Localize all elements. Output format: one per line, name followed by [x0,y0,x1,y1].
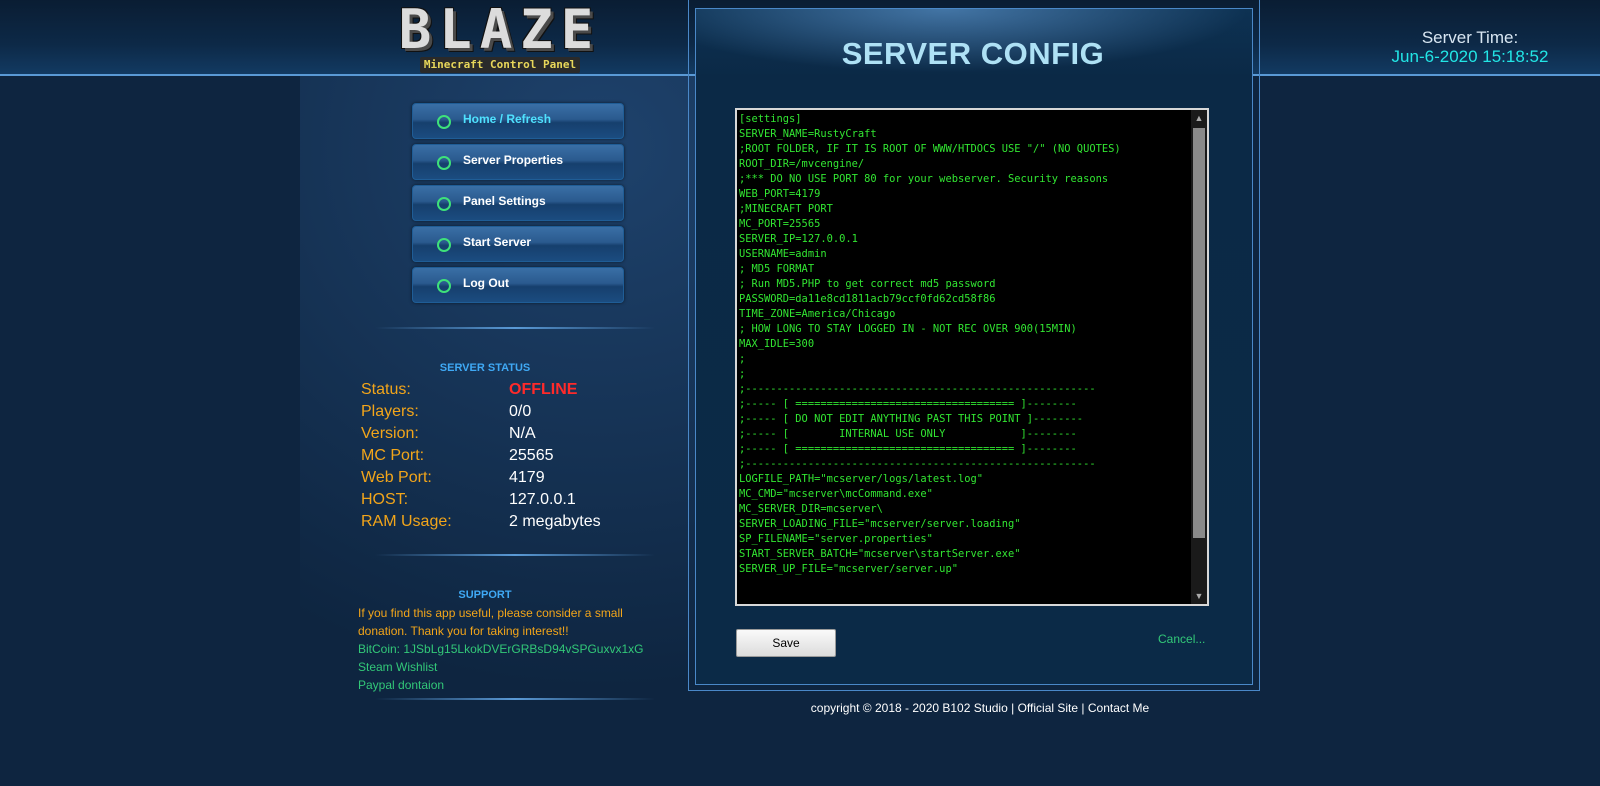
status-row-players: Players: 0/0 [361,403,661,425]
page-title: SERVER CONFIG [841,36,1105,71]
circle-icon [437,197,451,211]
nav-item-label: Start Server [463,235,532,249]
server-time-label: Server Time: [1421,28,1519,47]
status-key: HOST: [361,491,409,508]
status-value: OFFLINE [509,381,578,398]
copyright-text: copyright © 2018 - 2020 B102 Studio [810,701,1008,715]
config-textarea-content: [settings] SERVER_NAME=RustyCraft ;ROOT … [739,113,1121,575]
divider [375,554,655,556]
status-key: RAM Usage: [361,513,452,530]
nav-item-start-server[interactable]: Start Server [412,226,624,262]
nav-item-label: Home / Refresh [463,112,552,126]
circle-icon [437,115,451,129]
status-value: 2 megabytes [509,513,601,530]
status-key: MC Port: [361,447,425,464]
server-time-value: Jun-6-2020 15:18:52 [1391,47,1549,66]
status-value: 4179 [509,469,545,486]
paypal-link[interactable]: Paypal dontaion [358,678,444,692]
status-value: 25565 [509,447,554,464]
footer: copyright © 2018 - 2020 B102 Studio | Of… [700,701,1260,715]
sidebar-nav: Home / Refresh Server Properties Panel S… [412,103,624,308]
status-key: Web Port: [361,469,432,486]
divider [375,698,655,700]
nav-item-log-out[interactable]: Log Out [412,267,624,303]
contact-me-link[interactable]: Contact Me [1088,701,1149,715]
scroll-up-icon[interactable]: ▲ [1191,110,1207,126]
official-site-link[interactable]: Official Site [1018,701,1078,715]
divider [375,327,655,329]
save-button[interactable]: Save [736,629,836,657]
support-text: If you find this app useful, please cons… [358,606,623,638]
scrollbar-thumb[interactable] [1193,128,1205,538]
logo-title: BLAZE [398,0,602,61]
support-title: SUPPORT [458,589,512,601]
status-row-web-port: Web Port: 4179 [361,469,661,491]
status-key: Version: [361,425,419,442]
cancel-link[interactable]: Cancel... [1158,632,1205,646]
status-row-ram-usage: RAM Usage: 2 megabytes [361,513,661,535]
status-row-version: Version: N/A [361,425,661,447]
bitcoin-link[interactable]: BitCoin: 1JSbLg15LkokDVErGRBsD94vSPGuxvx… [358,642,643,656]
logo-subtitle: Minecraft Control Panel [420,57,580,73]
footer-separator: | [1011,701,1015,715]
circle-icon [437,238,451,252]
nav-item-label: Server Properties [463,153,564,167]
steam-wishlist-link[interactable]: Steam Wishlist [358,660,437,674]
blaze-logo: BLAZE Minecraft Control Panel [370,2,630,74]
circle-icon [437,279,451,293]
status-row-mc-port: MC Port: 25565 [361,447,661,469]
config-textarea[interactable]: [settings] SERVER_NAME=RustyCraft ;ROOT … [735,108,1209,606]
circle-icon [437,156,451,170]
server-time: Server Time: Jun-6-2020 15:18:52 [1370,28,1570,67]
status-value: N/A [509,425,536,442]
nav-item-label: Panel Settings [463,194,546,208]
nav-item-home-refresh[interactable]: Home / Refresh [412,103,624,139]
status-key: Status: [361,381,411,398]
config-scrollbar[interactable]: ▲ ▼ [1191,110,1207,604]
footer-separator: | [1081,701,1085,715]
status-value: 127.0.0.1 [509,491,576,508]
status-value: 0/0 [509,403,532,420]
scroll-down-icon[interactable]: ▼ [1191,588,1207,604]
status-row-host: HOST: 127.0.0.1 [361,491,661,513]
nav-item-label: Log Out [463,276,509,290]
server-status-title: SERVER STATUS [439,362,531,374]
nav-item-server-properties[interactable]: Server Properties [412,144,624,180]
status-row-status: Status: OFFLINE [361,381,661,403]
nav-item-panel-settings[interactable]: Panel Settings [412,185,624,221]
status-key: Players: [361,403,419,420]
